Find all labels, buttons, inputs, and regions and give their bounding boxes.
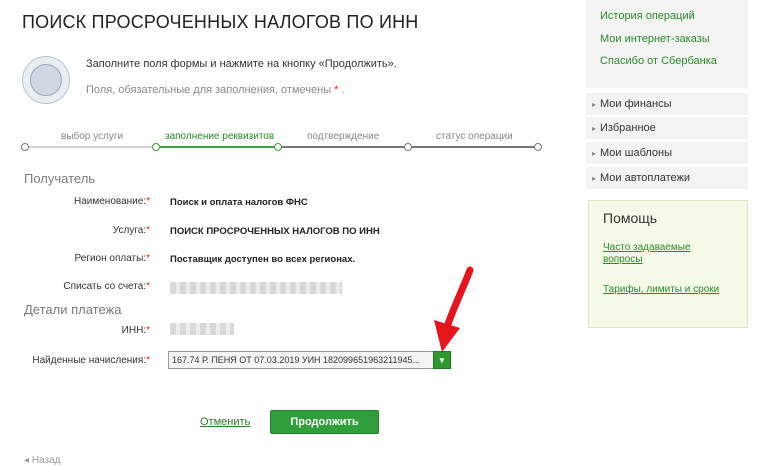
name-label-text: Наименование: (73, 196, 147, 207)
help-title: Помощь (603, 210, 658, 226)
inn-label: ИНН:* (0, 325, 150, 336)
required-note: Поля, обязательные для заполнения, отмеч… (86, 84, 345, 96)
sidebar-link-history[interactable]: История операций (600, 10, 695, 22)
annotation-arrow-icon (434, 266, 474, 352)
inn-required-star: * (146, 325, 150, 336)
inn-value-redacted[interactable] (170, 323, 234, 335)
chevron-right-icon: ▸ (592, 100, 597, 109)
chevron-right-icon: ▸ (592, 174, 597, 183)
progress-track-active (155, 146, 278, 148)
required-note-dot: . (341, 84, 345, 96)
service-label-text: Услуга: (112, 225, 147, 236)
step-dot-4 (404, 143, 412, 151)
account-label-text: Списать со счета: (63, 281, 147, 292)
service-required-star: * (146, 225, 150, 236)
step-label-2: заполнение реквизитов (165, 131, 275, 142)
step-label-4: статус операции (436, 131, 513, 142)
account-value-redacted[interactable] (170, 282, 342, 294)
sidebar-link-orders[interactable]: Мои интернет-заказы (600, 33, 710, 45)
sidebar-link-spasibo[interactable]: Спасибо от Сбербанка (600, 55, 717, 67)
name-value: Поиск и оплата налогов ФНС (170, 197, 308, 208)
charges-select-value[interactable]: 167.74 Р. ПЕНЯ ОТ 07.03.2019 УИН 1820996… (172, 355, 430, 365)
sidebar-item-autopayments[interactable]: ▸ Мои автоплатежи (586, 166, 748, 189)
step-dot-5 (534, 143, 542, 151)
charges-label: Найденные начисления:* (0, 355, 150, 366)
required-note-text: Поля, обязательные для заполнения, отмеч… (86, 84, 332, 96)
name-required-star: * (146, 196, 150, 207)
step-dot-2 (152, 143, 160, 151)
region-label-text: Регион оплаты: (74, 253, 147, 264)
step-label-1: выбор услуги (61, 131, 124, 142)
sidebar-item-label: Мои шаблоны (600, 147, 673, 159)
help-link-faq[interactable]: Часто задаваемые вопросы (603, 242, 723, 266)
service-label: Услуга:* (0, 225, 150, 236)
form-intro: Заполните поля формы и нажмите на кнопку… (86, 58, 397, 70)
page-title: ПОИСК ПРОСРОЧЕННЫХ НАЛОГОВ ПО ИНН (22, 12, 419, 32)
region-label: Регион оплаты:* (0, 253, 151, 264)
sidebar-item-finances[interactable]: ▸ Мои финансы (586, 92, 748, 115)
chevron-right-icon: ▸ (592, 124, 597, 133)
chevron-right-icon: ▸ (592, 149, 597, 158)
continue-button[interactable]: Продолжить (270, 410, 379, 434)
progress-track-done (25, 146, 155, 148)
account-label: Списать со счета:* (0, 281, 150, 292)
charges-required-star: * (146, 355, 150, 366)
sidebar-item-label: Мои финансы (600, 98, 672, 110)
service-value: ПОИСК ПРОСРОЧЕННЫХ НАЛОГОВ ПО ИНН (170, 226, 380, 237)
payment-section-title: Детали платежа (24, 302, 122, 317)
step-dot-3 (274, 143, 282, 151)
required-star: * (334, 84, 339, 96)
account-required-star: * (146, 281, 150, 292)
region-value: Поставщик доступен во всех регионах. (170, 254, 356, 265)
fns-emblem-center (30, 64, 62, 96)
sidebar-item-favorites[interactable]: ▸ Избранное (586, 116, 748, 139)
step-dot-1 (21, 143, 29, 151)
region-required-star: * (146, 253, 150, 264)
recipient-section-title: Получатель (24, 171, 96, 186)
step-label-3: подтверждение (307, 131, 380, 142)
charges-label-text: Найденные начисления: (32, 355, 147, 366)
name-label: Наименование:* (0, 196, 150, 207)
help-link-tariffs[interactable]: Тарифы, лимиты и сроки (603, 284, 723, 296)
sidebar-item-label: Мои автоплатежи (600, 172, 691, 184)
inn-label-text: ИНН: (121, 325, 147, 336)
sidebar-item-label: Избранное (600, 122, 656, 134)
cancel-link[interactable]: Отменить (200, 416, 250, 428)
sidebar-item-templates[interactable]: ▸ Мои шаблоны (586, 141, 748, 164)
